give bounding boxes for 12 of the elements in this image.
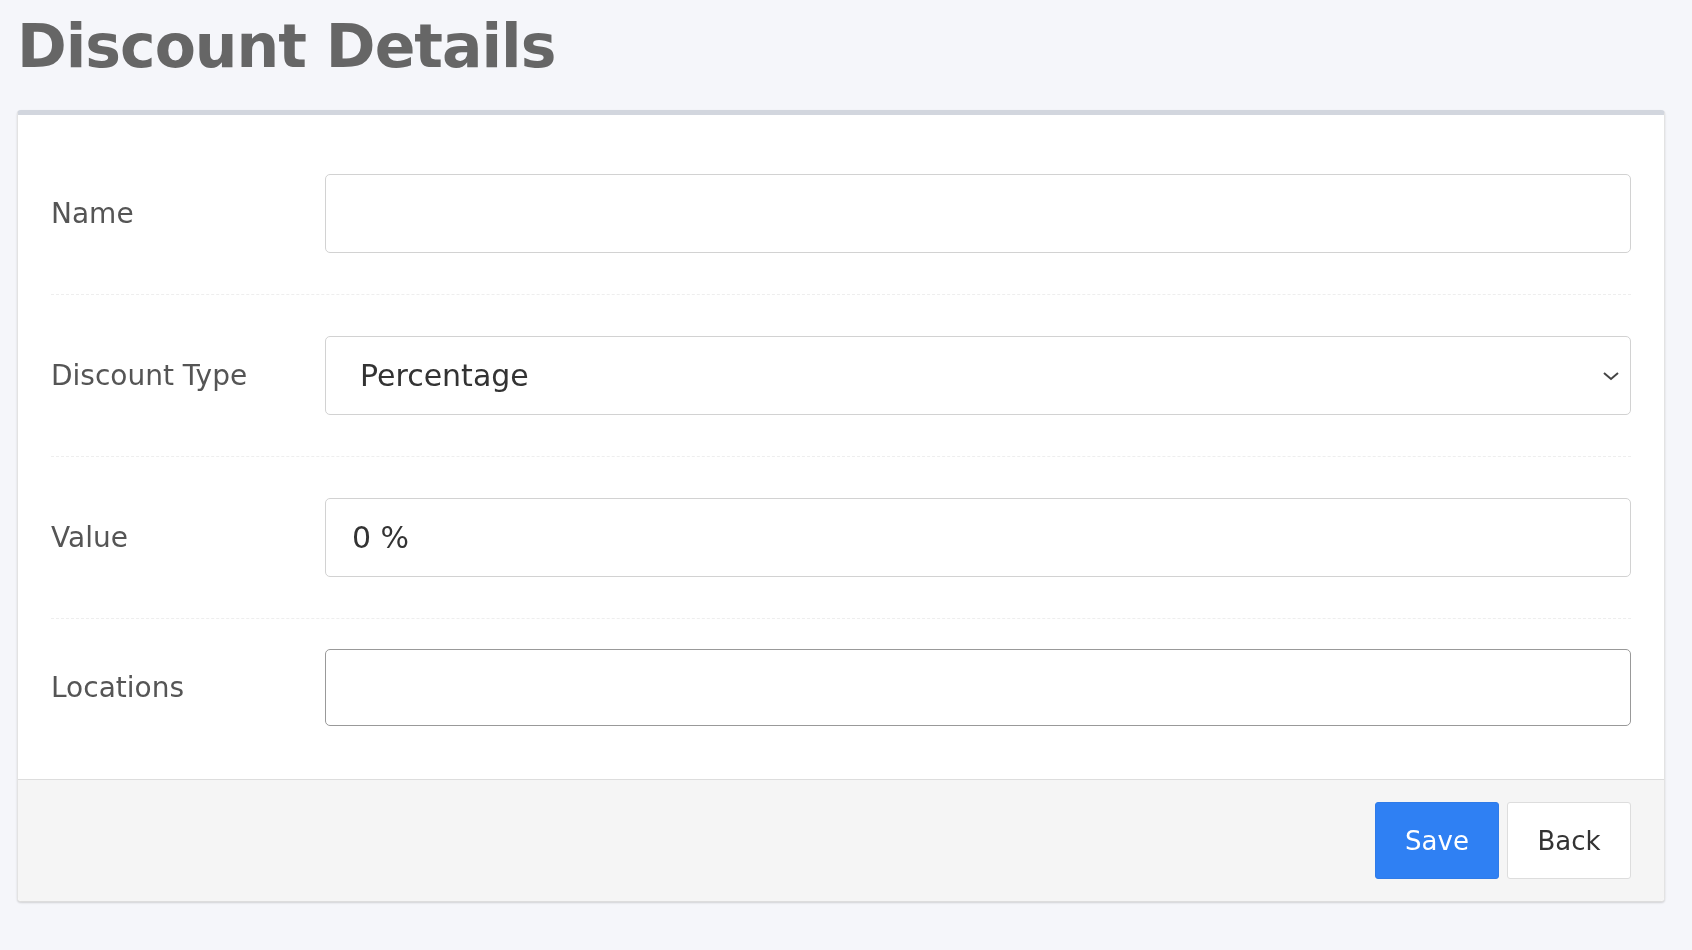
field-label: Value [51, 521, 129, 554]
dropdown-field[interactable]: Percentage [325, 336, 1631, 415]
input-field[interactable] [325, 174, 1631, 253]
save-button[interactable]: Save [1375, 802, 1499, 879]
field-label: Discount Type [51, 359, 249, 392]
back-button[interactable]: Back [1507, 802, 1631, 879]
multiselect-field[interactable] [325, 648, 1631, 726]
input-field[interactable]: 0 % [325, 498, 1631, 577]
chevron-down-icon [1602, 369, 1620, 382]
page-title: Discount Details [17, 10, 557, 83]
field-label: Name [51, 197, 135, 230]
field-label: Locations [51, 670, 185, 704]
